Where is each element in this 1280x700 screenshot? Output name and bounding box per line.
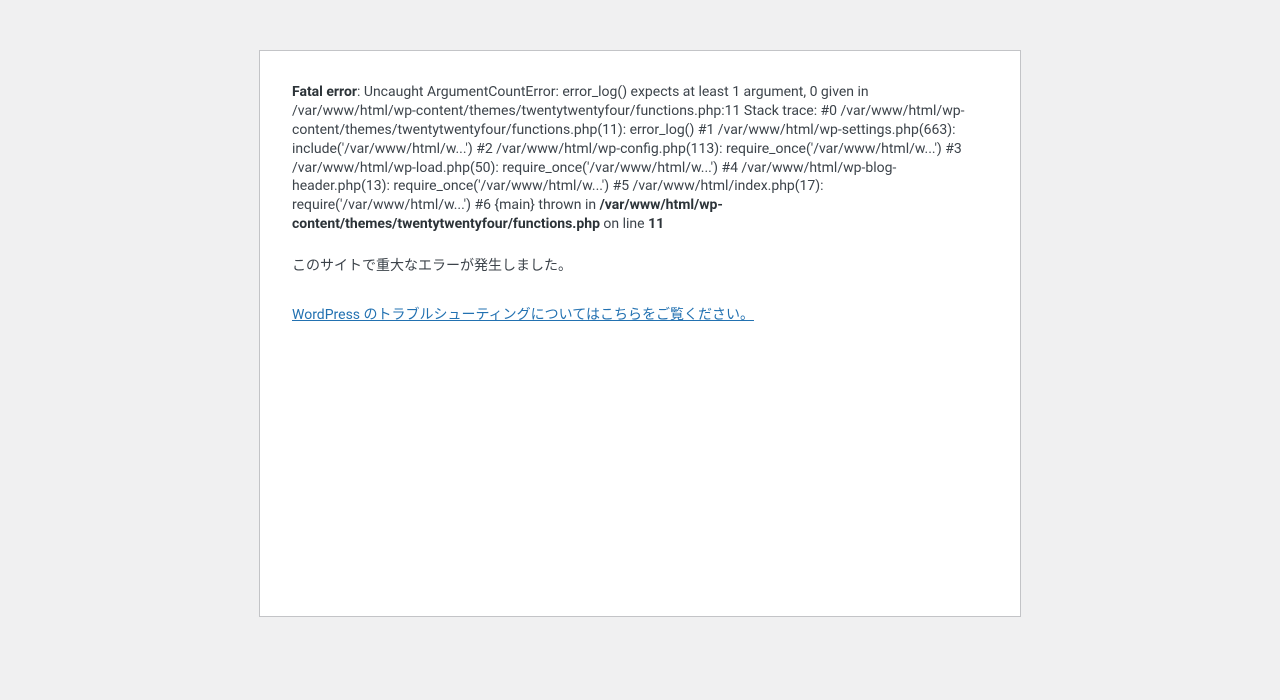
fatal-error-line: 11 bbox=[648, 216, 664, 232]
fatal-error-body: Uncaught ArgumentCountError: error_log()… bbox=[292, 84, 964, 213]
fatal-error-online: on line bbox=[600, 216, 648, 232]
troubleshoot-link[interactable]: WordPress のトラブルシューティングについてはこちらをご覧ください。 bbox=[292, 305, 754, 326]
error-container: Fatal error: Uncaught ArgumentCountError… bbox=[259, 50, 1021, 617]
critical-error-text: このサイトで重大なエラーが発生しました。 bbox=[292, 256, 988, 277]
fatal-error-sep: : bbox=[357, 84, 364, 100]
fatal-error-label: Fatal error bbox=[292, 84, 357, 100]
fatal-error-message: Fatal error: Uncaught ArgumentCountError… bbox=[292, 83, 988, 234]
